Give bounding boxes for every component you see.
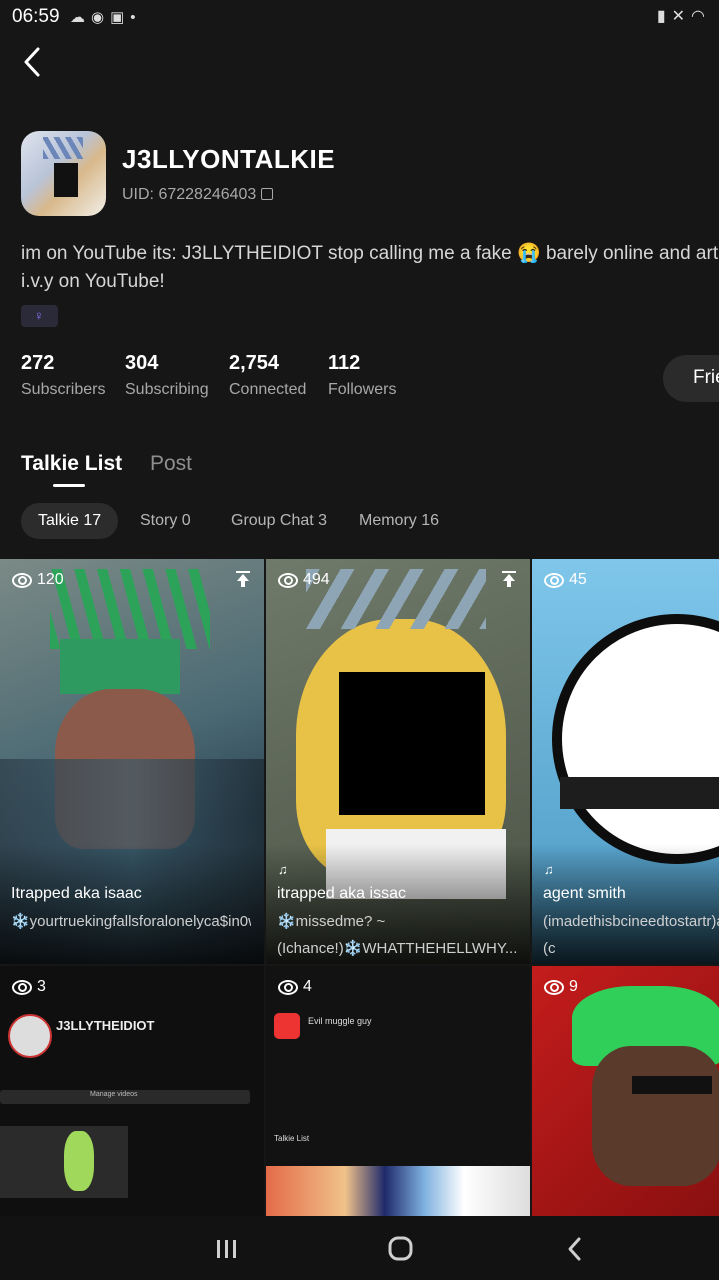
talkie-card[interactable]: 45 ♫ agent smith (imadethisbcineedtostar… (532, 559, 719, 964)
stat-subscribing[interactable]: 304 Subscribing (125, 352, 209, 399)
card-desc: ❄️yourtruekingfallsforalonelyca$in0worke… (11, 913, 251, 930)
stat-label: Subscribing (125, 381, 209, 398)
nav-back-button[interactable] (556, 1234, 596, 1264)
stat-subscribers[interactable]: 272 Subscribers (21, 352, 105, 399)
friend-button-label: Frie (693, 367, 719, 388)
music-note-icon: ♫ (544, 862, 554, 877)
stat-value: 2,754 (229, 352, 280, 374)
card-inner-title: Evil muggle guy (308, 1016, 372, 1026)
recent-apps-button[interactable] (206, 1234, 246, 1264)
card-desc: (imadethisbcineedtostartr)agentwaslookin… (543, 913, 719, 957)
talkie-grid: 120 Itrapped aka isaac ❄️yourtruekingfal… (0, 559, 719, 1216)
pin-icon (236, 571, 250, 587)
back-icon (568, 1237, 581, 1261)
eye-icon (544, 979, 564, 995)
filter-story[interactable]: Story 0 (140, 503, 191, 539)
eye-icon (278, 979, 298, 995)
talkie-card[interactable]: J3LLYTHEIDIOT Manage videos 3 (0, 966, 264, 1216)
talkie-card[interactable]: 494 ♫ itrapped aka issac ❄️missedme? ~(I… (266, 559, 530, 964)
card-inner-title: J3LLYTHEIDIOT (56, 1018, 155, 1033)
tab-post[interactable]: Post (150, 452, 192, 476)
view-count: 120 (12, 571, 64, 589)
stat-followers[interactable]: 112 Followers (328, 352, 396, 399)
tab-talkie-list[interactable]: Talkie List (21, 452, 122, 476)
view-count: 9 (544, 978, 578, 996)
eye-icon (12, 572, 32, 588)
talkie-card[interactable]: 9 (532, 966, 719, 1216)
tab-underline (53, 484, 85, 487)
eye-icon (12, 979, 32, 995)
pin-icon (502, 571, 516, 587)
view-count: 4 (278, 978, 312, 996)
stat-label: Followers (328, 381, 397, 398)
stat-connected[interactable]: 2,754 Connected (229, 352, 306, 399)
talkie-card[interactable]: Evil muggle guy Talkie List 4 (266, 966, 530, 1216)
stat-value: 304 (125, 352, 159, 374)
eye-icon (278, 572, 298, 588)
eye-icon (544, 572, 564, 588)
home-button[interactable] (380, 1234, 420, 1264)
stat-value: 112 (328, 352, 361, 374)
card-title: agent smith (543, 885, 626, 902)
talkie-card[interactable]: 120 Itrapped aka isaac ❄️yourtruekingfal… (0, 559, 264, 964)
card-desc: ❄️missedme? ~(Ichance!)❄️WHATTHEHELLWHY.… (277, 913, 517, 957)
gender-icon: ♀ (34, 308, 44, 323)
friend-button[interactable]: Frie (663, 355, 719, 402)
recent-apps-icon (217, 1240, 236, 1258)
home-icon (388, 1236, 413, 1261)
filter-group-chat[interactable]: Group Chat 3 (231, 503, 327, 539)
filter-talkie[interactable]: Talkie 17 (21, 503, 119, 539)
music-note-icon: ♫ (278, 862, 288, 877)
gender-badge: ♀ (21, 305, 58, 327)
card-title: Itrapped aka isaac (11, 885, 142, 902)
stat-label: Subscribers (21, 381, 106, 398)
stat-label: Connected (229, 381, 307, 398)
system-nav-bar (0, 1216, 719, 1280)
card-title: itrapped aka issac (277, 885, 406, 902)
card-inner-tab: Talkie List (274, 1134, 310, 1143)
view-count: 3 (12, 978, 46, 996)
profile-bio: im on YouTube its: J3LLYTHEIDIOT stop ca… (21, 243, 719, 292)
view-count: 45 (544, 571, 587, 589)
card-inner-button: Manage videos (90, 1091, 138, 1098)
view-count: 494 (278, 571, 330, 589)
stat-value: 272 (21, 352, 55, 374)
filter-memory[interactable]: Memory 16 (359, 503, 439, 539)
